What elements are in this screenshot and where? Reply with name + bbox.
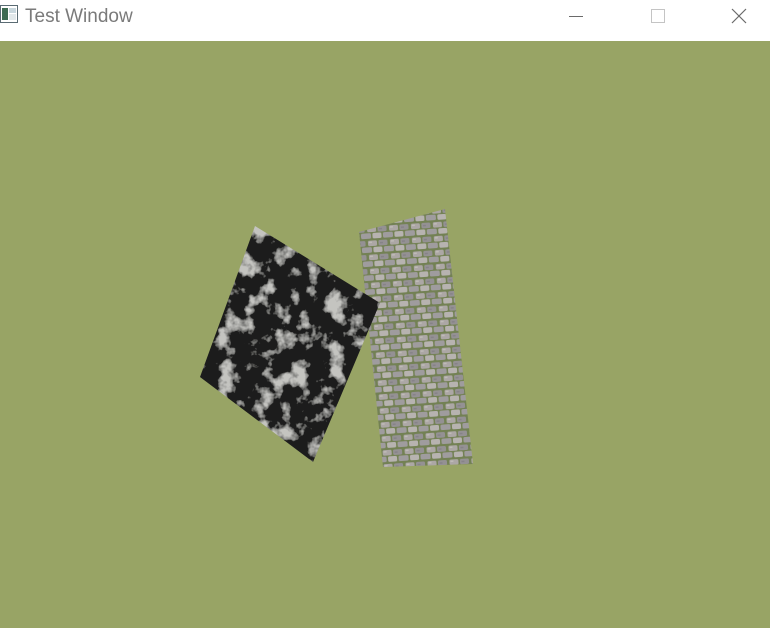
window-app-icon[interactable] <box>0 5 18 23</box>
minimize-icon <box>569 16 583 17</box>
scene-canvas <box>200 209 473 467</box>
minimize-button[interactable] <box>553 0 599 32</box>
dark-marble-quad <box>200 226 380 462</box>
title-bar[interactable]: Test Window <box>0 0 770 41</box>
maximize-icon <box>651 9 665 23</box>
window-title: Test Window <box>25 6 133 27</box>
close-button[interactable] <box>715 0 761 32</box>
cobblestone-quad-sheen <box>359 209 473 467</box>
maximize-button[interactable] <box>634 0 680 32</box>
application-window: Test Window <box>0 0 770 628</box>
render-viewport[interactable] <box>0 41 770 628</box>
close-icon <box>731 8 747 24</box>
